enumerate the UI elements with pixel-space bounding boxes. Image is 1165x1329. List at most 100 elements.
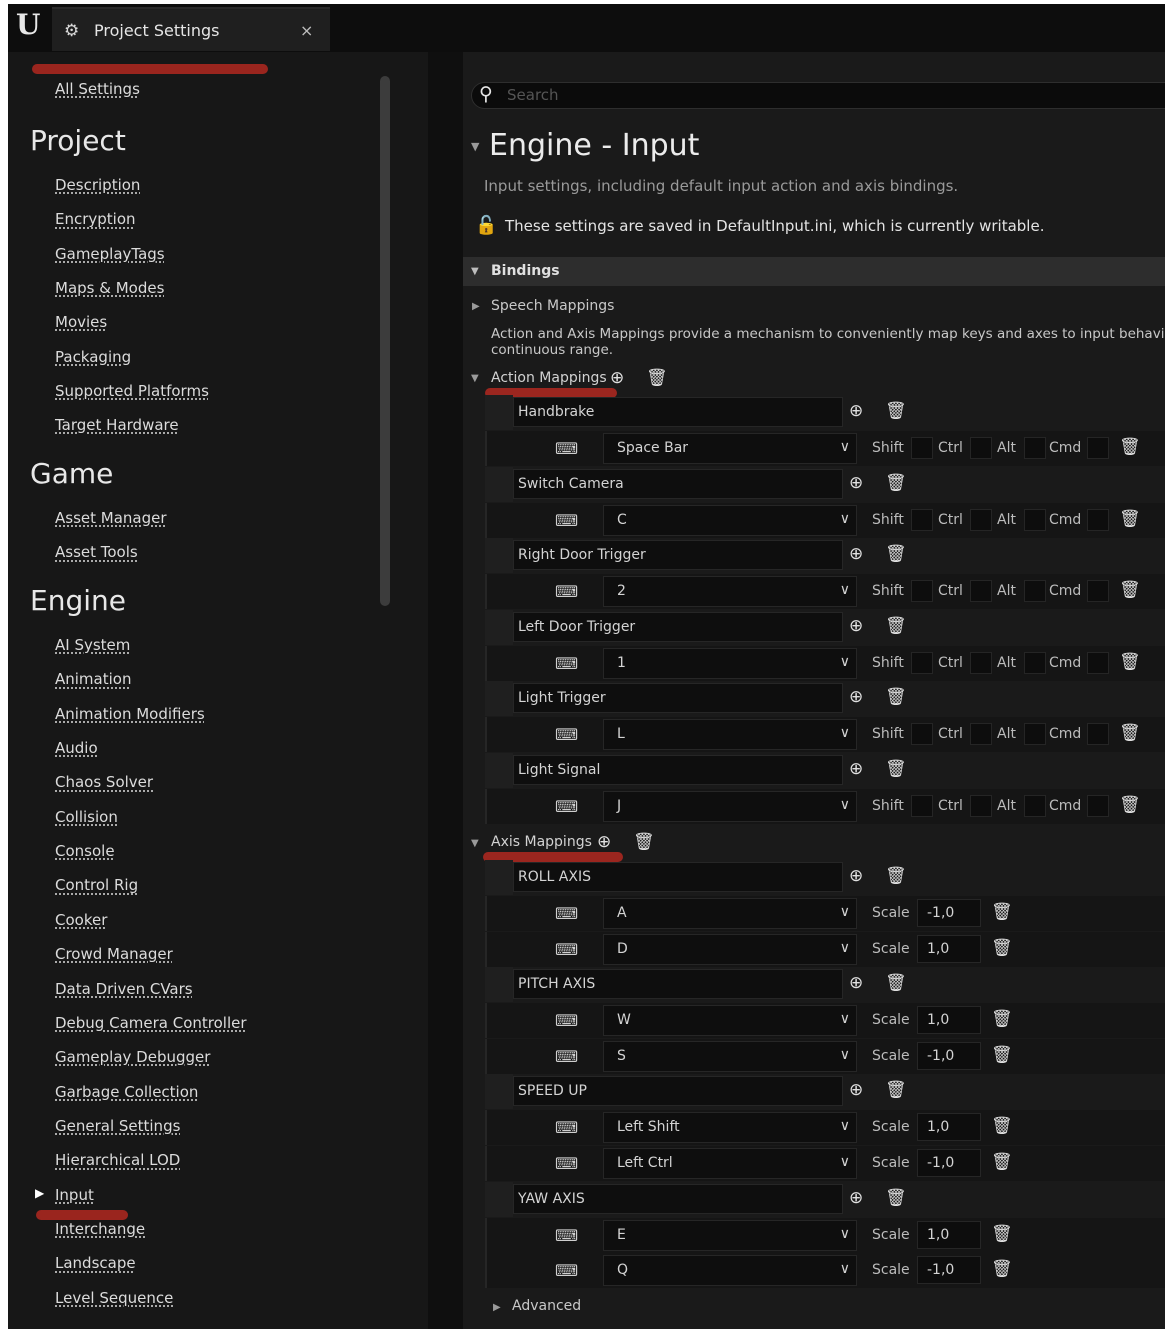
trash-icon[interactable]: 🗑 <box>991 1116 1013 1136</box>
alt-checkbox[interactable] <box>1024 508 1046 531</box>
key-select-dropdown[interactable]: Q ∨ <box>603 1255 857 1287</box>
sidebar-item-interchange[interactable]: Interchange <box>55 1220 145 1238</box>
key-select-dropdown[interactable]: Space Bar ∨ <box>603 433 857 464</box>
sidebar-item-animation[interactable]: Animation <box>55 670 131 688</box>
key-select-dropdown[interactable]: S ∨ <box>603 1040 857 1072</box>
shift-checkbox[interactable] <box>911 508 933 531</box>
trash-icon[interactable]: 🗑 <box>991 1259 1013 1279</box>
trash-icon[interactable]: 🗑 <box>1119 509 1141 529</box>
add-key-button[interactable]: ⊕ <box>849 401 863 421</box>
advanced-label[interactable]: Advanced <box>512 1298 581 1314</box>
keyboard-icon[interactable]: ⌨ <box>555 1047 578 1066</box>
key-select-dropdown[interactable]: C ∨ <box>603 504 857 536</box>
sidebar-item-gameplay-debugger[interactable]: Gameplay Debugger <box>55 1048 210 1066</box>
add-key-button[interactable]: ⊕ <box>849 544 863 564</box>
trash-icon[interactable]: 🗑 <box>1119 580 1141 600</box>
key-select-dropdown[interactable]: L ∨ <box>603 719 857 750</box>
key-select-dropdown[interactable]: 1 ∨ <box>603 647 857 679</box>
trash-icon[interactable]: 🗑 <box>885 473 907 493</box>
sidebar-item-all-settings[interactable]: All Settings <box>55 80 140 98</box>
add-key-button[interactable]: ⊕ <box>849 473 863 493</box>
collapse-arrow-icon[interactable]: ▼ <box>471 140 479 153</box>
keyboard-icon[interactable]: ⌨ <box>555 654 578 673</box>
scale-input[interactable]: -1,0 <box>917 1149 981 1178</box>
sidebar-item-landscape[interactable]: Landscape <box>55 1254 136 1272</box>
speech-mappings-label[interactable]: Speech Mappings <box>491 298 614 314</box>
sidebar-item-collision[interactable]: Collision <box>55 808 118 826</box>
shift-checkbox[interactable] <box>911 437 933 459</box>
sidebar-item-general-settings[interactable]: General Settings <box>55 1117 180 1135</box>
trash-icon[interactable]: 🗑 <box>1119 437 1141 457</box>
scale-input[interactable]: -1,0 <box>917 1256 981 1285</box>
trash-icon[interactable]: 🗑 <box>885 616 907 636</box>
key-select-dropdown[interactable]: 2 ∨ <box>603 576 857 607</box>
cmd-checkbox[interactable] <box>1087 580 1109 602</box>
sidebar-scrollbar[interactable] <box>380 76 390 606</box>
sidebar-item-cooker[interactable]: Cooker <box>55 911 107 929</box>
key-select-dropdown[interactable]: W ∨ <box>603 1005 857 1037</box>
sidebar-item-animation-modifiers[interactable]: Animation Modifiers <box>55 705 205 723</box>
trash-icon[interactable]: 🗑 <box>991 938 1013 958</box>
shift-checkbox[interactable] <box>911 651 933 674</box>
axis-yaw-axis-name-field[interactable]: YAW AXIS <box>513 1183 843 1214</box>
sidebar-item-target-hardware[interactable]: Target Hardware <box>55 416 179 434</box>
keyboard-icon[interactable]: ⌨ <box>555 1226 578 1245</box>
alt-checkbox[interactable] <box>1024 723 1046 745</box>
trash-icon[interactable]: 🗑 <box>991 1009 1013 1029</box>
scale-input[interactable]: 1,0 <box>917 1220 981 1249</box>
sidebar-item-control-rig[interactable]: Control Rig <box>55 876 138 894</box>
keyboard-icon[interactable]: ⌨ <box>555 439 578 458</box>
sidebar-item-movies[interactable]: Movies <box>55 313 107 331</box>
key-select-dropdown[interactable]: Left Shift ∨ <box>603 1112 857 1144</box>
scale-input[interactable]: 1,0 <box>917 1006 981 1035</box>
keyboard-icon[interactable]: ⌨ <box>555 511 578 530</box>
trash-icon[interactable]: 🗑 <box>991 1045 1013 1065</box>
keyboard-icon[interactable]: ⌨ <box>555 725 578 744</box>
cmd-checkbox[interactable] <box>1087 651 1109 674</box>
ctrl-checkbox[interactable] <box>970 723 992 745</box>
scale-input[interactable]: 1,0 <box>917 934 981 963</box>
sidebar-item-garbage-collection[interactable]: Garbage Collection <box>55 1083 198 1101</box>
alt-checkbox[interactable] <box>1024 794 1046 817</box>
keyboard-icon[interactable]: ⌨ <box>555 904 578 923</box>
trash-icon[interactable]: 🗑 <box>633 832 655 852</box>
ctrl-checkbox[interactable] <box>970 651 992 674</box>
cmd-checkbox[interactable] <box>1087 437 1109 459</box>
close-icon[interactable]: × <box>300 21 313 40</box>
sidebar-item-console[interactable]: Console <box>55 842 115 860</box>
scale-input[interactable]: -1,0 <box>917 899 981 927</box>
axis-roll-axis-name-field[interactable]: ROLL AXIS <box>513 862 843 892</box>
add-axis-mapping-button[interactable]: ⊕ <box>597 832 611 852</box>
action-light-trigger-name-field[interactable]: Light Trigger <box>513 683 843 713</box>
sidebar-item-supported-platforms[interactable]: Supported Platforms <box>55 382 209 400</box>
cmd-checkbox[interactable] <box>1087 723 1109 745</box>
sidebar-item-asset-manager[interactable]: Asset Manager <box>55 509 167 527</box>
sidebar-item-debug-camera-controller[interactable]: Debug Camera Controller <box>55 1014 247 1032</box>
trash-icon[interactable]: 🗑 <box>991 902 1013 922</box>
collapse-arrow-icon[interactable]: ▼ <box>471 838 479 849</box>
key-select-dropdown[interactable]: A ∨ <box>603 898 857 929</box>
keyboard-icon[interactable]: ⌨ <box>555 1154 578 1173</box>
key-select-dropdown[interactable]: J ∨ <box>603 790 857 822</box>
action-switch-camera-name-field[interactable]: Switch Camera <box>513 468 843 499</box>
add-key-button[interactable]: ⊕ <box>849 973 863 993</box>
alt-checkbox[interactable] <box>1024 651 1046 674</box>
action-left-door-trigger-name-field[interactable]: Left Door Trigger <box>513 611 843 642</box>
action-right-door-trigger-name-field[interactable]: Right Door Trigger <box>513 540 843 570</box>
sidebar-item-data-driven-cvars[interactable]: Data Driven CVars <box>55 980 193 998</box>
action-light-signal-name-field[interactable]: Light Signal <box>513 754 843 785</box>
alt-checkbox[interactable] <box>1024 437 1046 459</box>
shift-checkbox[interactable] <box>911 723 933 745</box>
key-select-dropdown[interactable]: E ∨ <box>603 1219 857 1251</box>
sidebar-item-description[interactable]: Description <box>55 176 140 194</box>
trash-icon[interactable]: 🗑 <box>885 973 907 993</box>
alt-checkbox[interactable] <box>1024 580 1046 602</box>
key-select-dropdown[interactable]: D ∨ <box>603 933 857 965</box>
key-select-dropdown[interactable]: Left Ctrl ∨ <box>603 1148 857 1180</box>
trash-icon[interactable]: 🗑 <box>991 1152 1013 1172</box>
trash-icon[interactable]: 🗑 <box>885 1188 907 1208</box>
sidebar-item-level-sequence[interactable]: Level Sequence <box>55 1289 173 1307</box>
trash-icon[interactable]: 🗑 <box>991 1224 1013 1244</box>
trash-icon[interactable]: 🗑 <box>1119 652 1141 672</box>
add-key-button[interactable]: ⊕ <box>849 759 863 779</box>
